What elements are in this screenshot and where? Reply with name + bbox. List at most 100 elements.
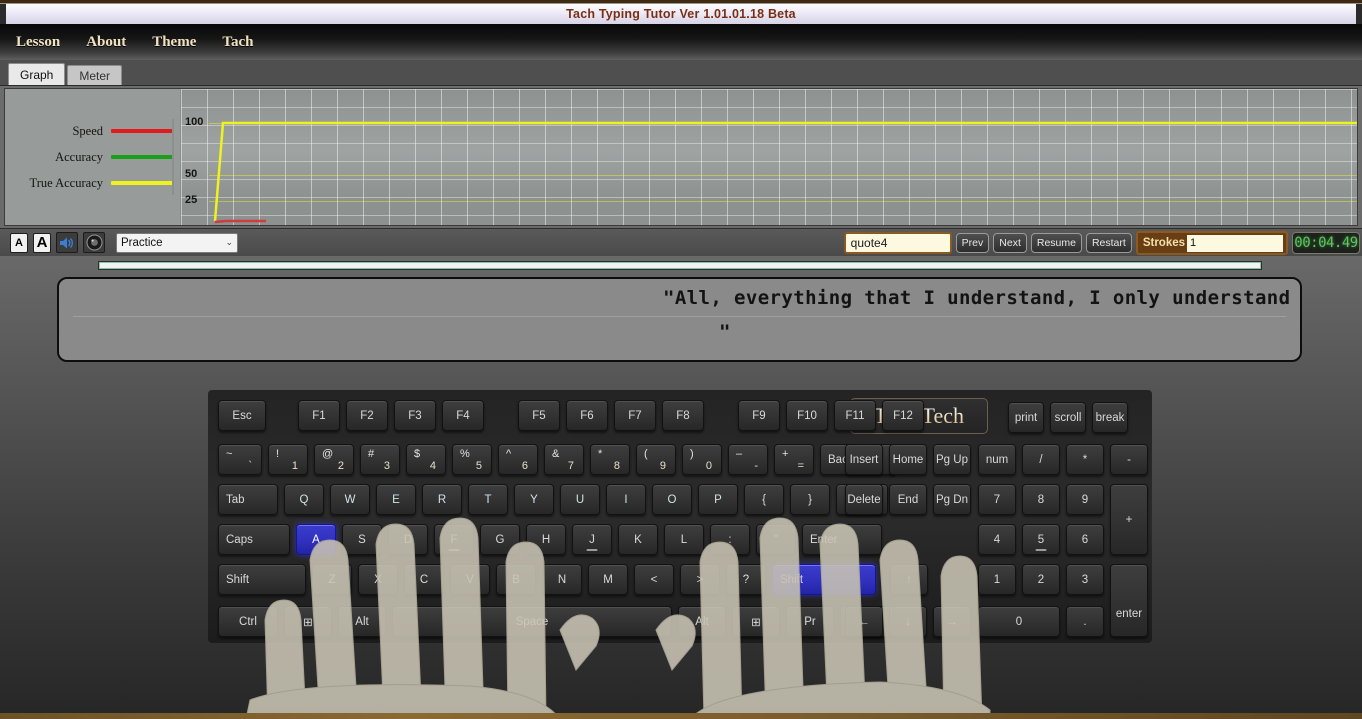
key-m[interactable]: M <box>588 564 628 595</box>
font-decrease-button[interactable]: A <box>10 232 28 253</box>
key-delete[interactable]: Delete <box>845 484 883 515</box>
key-c[interactable]: C <box>404 564 444 595</box>
key-3[interactable]: 3 <box>1066 564 1104 595</box>
key-f6[interactable]: F6 <box>566 400 608 431</box>
key-k[interactable]: K <box>618 524 658 555</box>
key-5[interactable]: % 5 <box>452 444 492 475</box>
key-key[interactable]: - <box>1110 444 1148 475</box>
key-4[interactable]: $4 <box>406 444 446 475</box>
key-f7[interactable]: F7 <box>614 400 656 431</box>
key-f5[interactable]: F5 <box>518 400 560 431</box>
key-u[interactable]: U <box>560 484 600 515</box>
key-7[interactable]: 7 <box>978 484 1016 515</box>
key-e[interactable]: E <box>376 484 416 515</box>
key-key[interactable]: ⊞ <box>284 606 332 637</box>
key-z[interactable]: Z <box>312 564 352 595</box>
key-t[interactable]: T <box>468 484 508 515</box>
key-key[interactable]: : <box>710 524 750 555</box>
key-3[interactable]: #3 <box>360 444 400 475</box>
key-break[interactable]: break <box>1092 402 1128 433</box>
menu-item-theme[interactable]: Theme <box>152 34 196 51</box>
key-esc[interactable]: Esc <box>218 400 266 431</box>
key-v[interactable]: V <box>450 564 490 595</box>
key-0[interactable]: 0 <box>978 606 1060 637</box>
key-alt[interactable]: Alt <box>338 606 386 637</box>
key-key[interactable]: } <box>790 484 830 515</box>
key-key[interactable]: ? <box>726 564 766 595</box>
next-button[interactable]: Next <box>993 233 1027 253</box>
tab-meter[interactable]: Meter <box>67 65 123 85</box>
key-f10[interactable]: F10 <box>786 400 828 431</box>
key-f1[interactable]: F1 <box>298 400 340 431</box>
key-scroll[interactable]: scroll <box>1050 402 1086 433</box>
key-0[interactable]: ) 0 <box>682 444 722 475</box>
font-increase-button[interactable]: A <box>33 232 51 253</box>
key-5[interactable]: 5 <box>1022 524 1060 555</box>
key-9[interactable]: (9 <box>636 444 676 475</box>
key-pg-up[interactable]: Pg Up <box>933 444 971 475</box>
key-j[interactable]: J <box>572 524 612 555</box>
key-p[interactable]: P <box>698 484 738 515</box>
key-alt[interactable]: Alt <box>678 606 726 637</box>
key-a[interactable]: A <box>296 524 336 555</box>
key-6[interactable]: ^ 6 <box>498 444 538 475</box>
key-key[interactable]: ↑ <box>890 564 928 595</box>
key-f12[interactable]: F12 <box>882 400 924 431</box>
key-key[interactable]: ← <box>845 606 883 637</box>
key-s[interactable]: S <box>342 524 382 555</box>
key-2[interactable]: @2 <box>314 444 354 475</box>
tab-graph[interactable]: Graph <box>8 63 66 85</box>
key-print[interactable]: print <box>1008 402 1044 433</box>
key-key[interactable]: " <box>756 524 796 555</box>
key-8[interactable]: * 8 <box>590 444 630 475</box>
key-key[interactable]: { <box>744 484 784 515</box>
key-numpad-plus[interactable]: + <box>1110 484 1148 555</box>
resume-button[interactable]: Resume <box>1030 233 1082 253</box>
key-shift[interactable]: Shift <box>218 564 306 595</box>
key-key[interactable]: * <box>1066 444 1104 475</box>
key-numpad-enter[interactable]: enter <box>1110 564 1148 637</box>
key-f[interactable]: F <box>434 524 474 555</box>
speaker-icon[interactable] <box>56 232 78 253</box>
key-key[interactable]: ⊞ <box>732 606 780 637</box>
key-r[interactable]: R <box>422 484 462 515</box>
key-caps[interactable]: Caps <box>218 524 290 555</box>
key-key[interactable]: < <box>634 564 674 595</box>
key-pr[interactable]: Pr <box>786 606 834 637</box>
progress-track[interactable] <box>98 261 1262 270</box>
key-o[interactable]: O <box>652 484 692 515</box>
key-g[interactable]: G <box>480 524 520 555</box>
key-f4[interactable]: F4 <box>442 400 484 431</box>
key-h[interactable]: H <box>526 524 566 555</box>
key-tab[interactable]: Tab <box>218 484 278 515</box>
typing-text-panel[interactable]: "All, everything that I understand, I on… <box>57 277 1302 362</box>
key-ctrl[interactable]: Ctrl <box>218 606 278 637</box>
mode-select[interactable]: Practice ⌄ <box>116 232 238 253</box>
key-b[interactable]: B <box>496 564 536 595</box>
key-key[interactable]: . <box>1066 606 1104 637</box>
key-enter[interactable]: Enter <box>802 524 882 555</box>
key-1[interactable]: ! 1 <box>268 444 308 475</box>
key-pg-dn[interactable]: Pg Dn <box>933 484 971 515</box>
key-f8[interactable]: F8 <box>662 400 704 431</box>
key-i[interactable]: I <box>606 484 646 515</box>
key-end[interactable]: End <box>889 484 927 515</box>
key-insert[interactable]: Insert <box>845 444 883 475</box>
key-y[interactable]: Y <box>514 484 554 515</box>
key-f2[interactable]: F2 <box>346 400 388 431</box>
key-f11[interactable]: F11 <box>834 400 876 431</box>
key-key[interactable]: > <box>680 564 720 595</box>
key-6[interactable]: 6 <box>1066 524 1104 555</box>
key-key[interactable]: → <box>933 606 971 637</box>
key-q[interactable]: Q <box>284 484 324 515</box>
key-key[interactable]: ↓ <box>889 606 927 637</box>
key-home[interactable]: Home <box>889 444 927 475</box>
menu-item-about[interactable]: About <box>86 34 126 51</box>
key-f3[interactable]: F3 <box>394 400 436 431</box>
prev-button[interactable]: Prev <box>955 233 990 253</box>
key-9[interactable]: 9 <box>1066 484 1104 515</box>
key-4[interactable]: 4 <box>978 524 1016 555</box>
key-n[interactable]: N <box>542 564 582 595</box>
quote-field[interactable]: quote4 <box>843 232 952 254</box>
key-num[interactable]: num <box>978 444 1016 475</box>
